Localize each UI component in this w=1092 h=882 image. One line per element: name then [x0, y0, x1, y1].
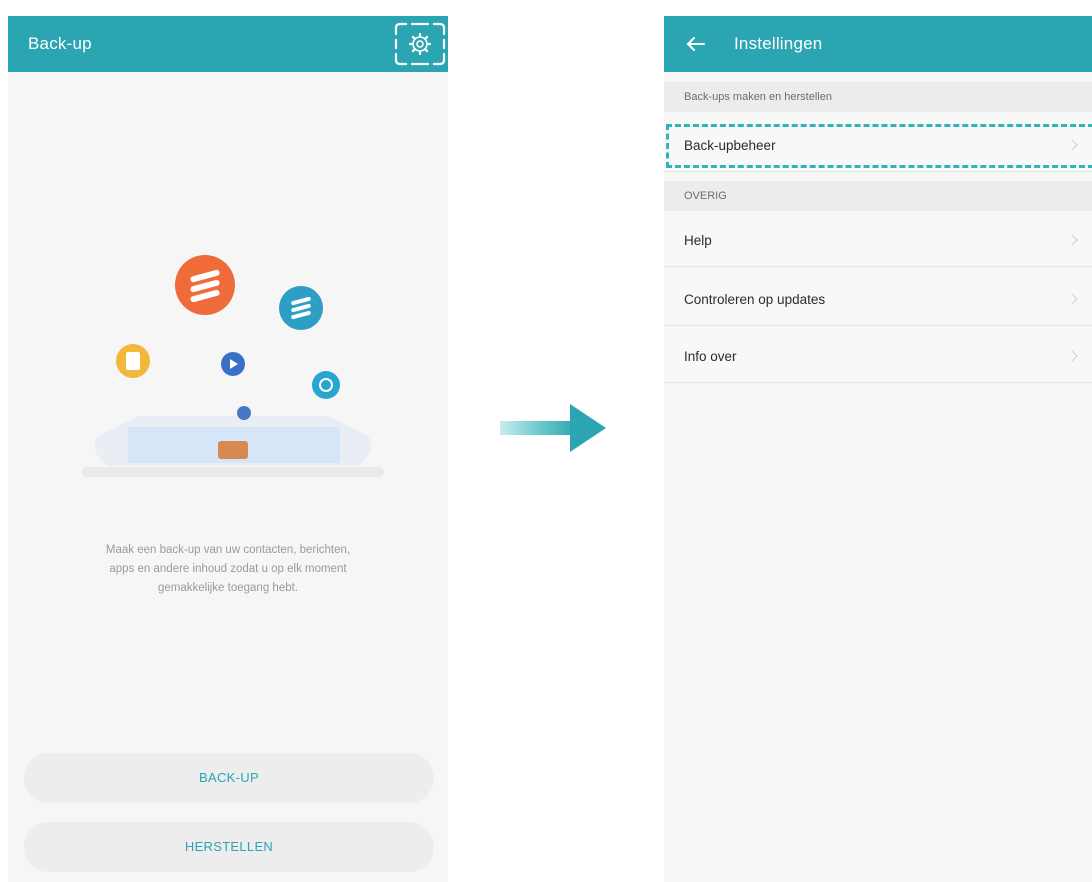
back-button[interactable]	[678, 28, 714, 60]
right-arrow-icon	[500, 404, 606, 452]
description-line: apps en andere inhoud zodat u op elk mom…	[109, 563, 347, 575]
gear-icon	[394, 22, 446, 66]
section-header-other: OVERIG	[664, 181, 1092, 211]
backup-illustration	[82, 255, 384, 477]
list-item-label: Info over	[684, 349, 737, 364]
app-bar: Back-up	[8, 16, 448, 72]
small-dot-icon	[237, 406, 251, 420]
backup-button[interactable]: BACK-UP	[24, 753, 434, 803]
settings-button[interactable]	[392, 22, 448, 66]
page-title: Back-up	[28, 34, 92, 53]
backup-screen: Back-up Maak een back-up van uw contacte…	[8, 16, 448, 882]
list-item-about[interactable]: Info over	[664, 333, 1092, 383]
device-illustration	[82, 416, 384, 477]
list-item-backup-management[interactable]: Back-upbeheer	[664, 122, 1092, 172]
app-bar: Instellingen	[664, 16, 1092, 72]
list-item-label: Controleren op updates	[684, 292, 826, 307]
settings-screen: Instellingen Back-ups maken en herstelle…	[664, 16, 1092, 882]
list-item-label: Help	[684, 233, 712, 248]
backup-description: Maak een back-up van uw contacten, beric…	[28, 541, 428, 598]
arrow-left-icon	[686, 37, 705, 51]
description-line: gemakkelijke toegang hebt.	[157, 582, 298, 594]
list-item-help[interactable]: Help	[664, 217, 1092, 267]
list-item-label: Back-upbeheer	[684, 138, 776, 153]
restore-button[interactable]: HERSTELLEN	[24, 822, 434, 872]
page-title: Instellingen	[734, 34, 823, 53]
chevron-right-icon	[1066, 139, 1078, 151]
section-header-backups: Back-ups maken en herstellen	[664, 82, 1092, 112]
description-line: Maak een back-up van uw contacten, beric…	[105, 544, 351, 556]
chevron-right-icon	[1066, 293, 1078, 305]
chevron-right-icon	[1066, 234, 1078, 246]
chevron-right-icon	[1066, 350, 1078, 362]
clock-bubble-icon	[312, 371, 340, 399]
list-item-check-updates[interactable]: Controleren op updates	[664, 276, 1092, 326]
